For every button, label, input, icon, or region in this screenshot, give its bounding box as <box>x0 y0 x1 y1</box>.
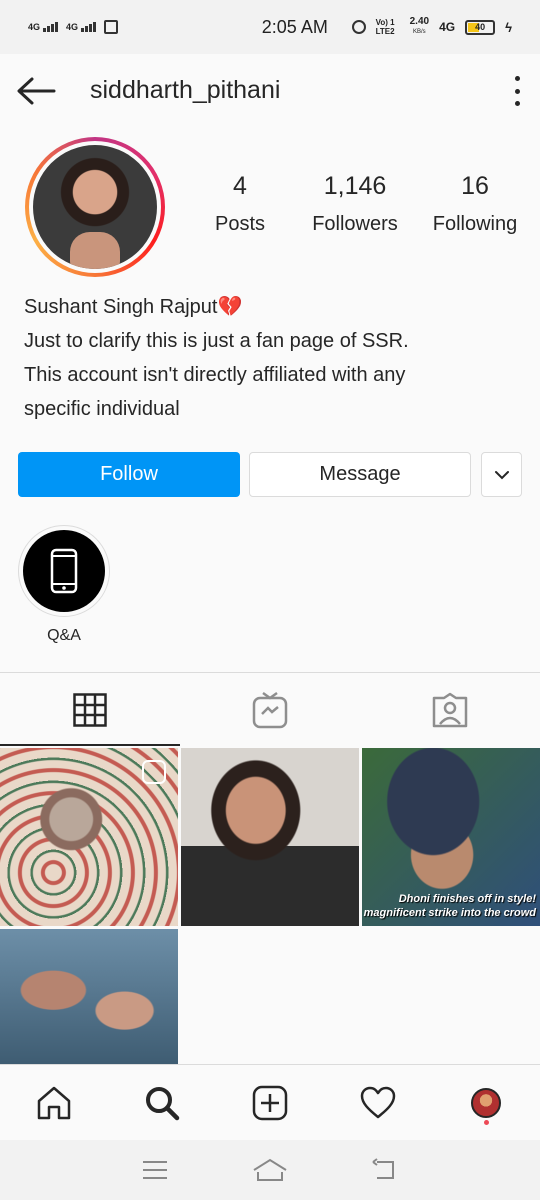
follow-button[interactable]: Follow <box>18 452 240 497</box>
more-options-button[interactable] <box>512 76 522 106</box>
stat-label: Followers <box>312 213 398 235</box>
nav-create[interactable] <box>240 1073 300 1133</box>
tab-posts-grid[interactable] <box>0 673 180 746</box>
status-time: 2:05 AM <box>261 16 328 37</box>
bio-line: specific individual <box>24 398 180 420</box>
bio-line: This account isn't directly affiliated w… <box>24 364 406 386</box>
suggested-accounts-button[interactable] <box>481 452 522 497</box>
stat-value: 1,146 <box>323 172 387 200</box>
status-bar: 4G 4G 2:05 AM Vo) 1 LTE2 2.40 KB/s 4G 40 … <box>0 0 540 54</box>
highlight-cover <box>23 530 105 612</box>
bottom-navigation <box>0 1064 540 1140</box>
dot <box>514 76 520 81</box>
network-type: 4G <box>439 20 456 34</box>
status-bar-right: Vo) 1 LTE2 2.40 KB/s 4G 40 ϟ <box>351 16 512 37</box>
profile-avatar[interactable] <box>25 137 165 277</box>
dot <box>514 101 520 106</box>
profile-bio: Sushant Singh Rajput💔 Just to clarify th… <box>24 290 524 426</box>
profile-avatar-icon <box>471 1087 501 1118</box>
charging-icon: ϟ <box>505 19 512 35</box>
avatar-photo <box>33 145 157 269</box>
heart-icon <box>360 1086 396 1118</box>
home-button-icon[interactable] <box>252 1158 288 1182</box>
notification-dot <box>484 1119 489 1125</box>
nav-activity[interactable] <box>348 1073 408 1133</box>
highlight-ring <box>18 525 110 617</box>
post-thumbnail[interactable] <box>0 929 178 1065</box>
stat-following[interactable]: 16 Following <box>425 172 525 236</box>
status-bar-left: 4G 4G <box>28 20 198 34</box>
igtv-icon <box>252 691 288 728</box>
broken-heart-icon: 💔 <box>217 296 243 318</box>
stat-label: Posts <box>214 213 266 235</box>
stat-value: 16 <box>461 172 489 200</box>
back-button-icon[interactable] <box>371 1158 399 1182</box>
home-icon <box>37 1086 71 1119</box>
battery-icon: 40 <box>465 19 496 35</box>
nav-profile[interactable] <box>456 1073 516 1133</box>
network-speed: 2.40 KB/s <box>409 16 430 36</box>
profile-username: siddharth_pithani <box>90 76 281 104</box>
nav-search[interactable] <box>132 1073 192 1133</box>
signal-icon-2: 4G <box>66 22 97 32</box>
highlight-label: Q&A <box>47 627 81 644</box>
tab-igtv[interactable] <box>180 673 360 746</box>
tagged-icon <box>432 692 468 727</box>
dot <box>514 88 520 94</box>
stat-label: Following <box>432 213 518 235</box>
bio-name: Sushant Singh Rajput <box>24 296 218 318</box>
profile-header: siddharth_pithani <box>0 54 540 128</box>
nav-home[interactable] <box>24 1073 84 1133</box>
avatar-border <box>29 141 161 273</box>
add-post-icon <box>252 1085 288 1120</box>
grid-icon <box>73 692 107 727</box>
alarm-icon <box>351 20 366 34</box>
search-icon <box>146 1086 180 1120</box>
post-caption: Dhoni finishes off in style! magnificent… <box>363 893 536 919</box>
back-button[interactable] <box>16 76 56 106</box>
stat-posts[interactable]: 4 Posts <box>195 172 285 236</box>
story-highlight[interactable]: Q&A <box>18 525 110 645</box>
post-thumbnail[interactable] <box>181 748 359 926</box>
message-button[interactable]: Message <box>249 452 471 497</box>
profile-tabs <box>0 672 540 746</box>
bio-name-line: Sushant Singh Rajput💔 <box>24 290 524 324</box>
volte-indicator: Vo) 1 LTE2 <box>375 18 395 36</box>
back-arrow-icon <box>17 77 56 105</box>
stat-followers[interactable]: 1,146 Followers <box>300 172 410 236</box>
notification-app-icon <box>104 20 119 34</box>
system-navigation-bar <box>0 1140 540 1200</box>
tab-tagged[interactable] <box>360 673 540 746</box>
bio-line: Just to clarify this is just a fan page … <box>24 330 409 352</box>
chevron-down-icon <box>494 470 509 479</box>
signal-icon: 4G <box>28 22 59 32</box>
post-thumbnail[interactable] <box>0 748 178 926</box>
menu-icon[interactable] <box>141 1159 169 1181</box>
profile-stats: 4 Posts 1,146 Followers 16 Following <box>195 172 525 236</box>
post-thumbnail[interactable]: Dhoni finishes off in style! magnificent… <box>362 748 540 926</box>
stat-value: 4 <box>233 172 247 200</box>
phone-icon <box>50 548 78 594</box>
igtv-badge-icon <box>142 760 166 784</box>
